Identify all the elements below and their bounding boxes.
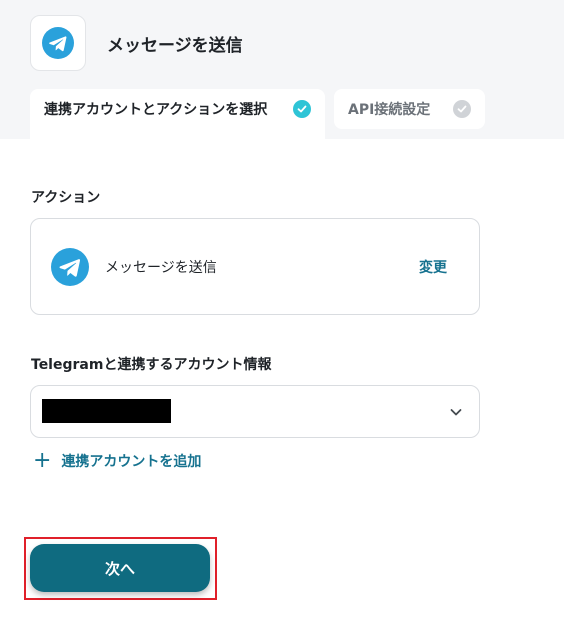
telegram-icon — [42, 27, 74, 59]
plus-icon: + — [33, 448, 52, 473]
redacted-account-value — [42, 399, 171, 423]
check-circle-icon — [293, 100, 311, 118]
next-button[interactable]: 次へ — [30, 544, 210, 592]
page-title: メッセージを送信 — [107, 36, 243, 56]
change-action-link[interactable]: 変更 — [419, 257, 447, 277]
app-tile — [30, 15, 86, 71]
tab-label: 連携アカウントとアクションを選択 — [44, 102, 268, 118]
telegram-icon — [51, 248, 89, 286]
check-circle-icon — [453, 100, 471, 118]
tab-api-settings[interactable]: API接続設定 — [334, 89, 485, 129]
tab-account-and-action[interactable]: 連携アカウントとアクションを選択 — [30, 89, 325, 139]
add-account-label: 連携アカウントを追加 — [61, 454, 202, 470]
chevron-down-icon — [450, 409, 462, 416]
action-section-label: アクション — [31, 190, 101, 206]
action-card: メッセージを送信 変更 — [30, 218, 480, 315]
header-area: メッセージを送信 連携アカウントとアクションを選択 API接続設定 — [0, 0, 564, 139]
add-account-link[interactable]: + 連携アカウントを追加 — [33, 450, 201, 472]
action-name: メッセージを送信 — [105, 260, 217, 276]
tab-label: API接続設定 — [348, 102, 431, 118]
account-select[interactable] — [30, 385, 480, 438]
account-section-label: Telegramと連携するアカウント情報 — [31, 357, 272, 373]
